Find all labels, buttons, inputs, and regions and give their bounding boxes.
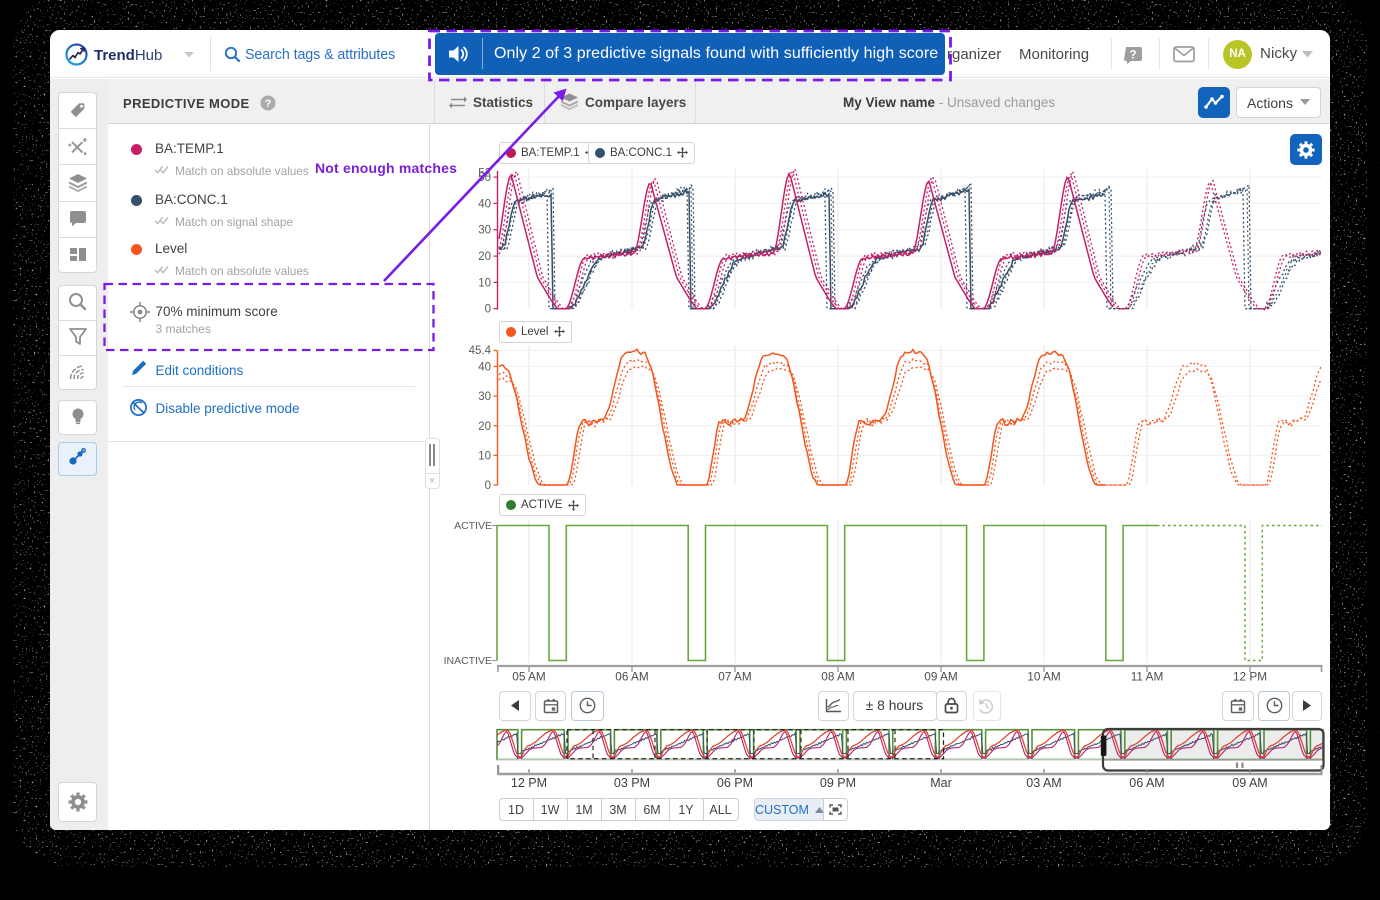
svg-text:09 PM: 09 PM [820, 776, 856, 790]
svg-text:12 PM: 12 PM [1233, 670, 1267, 684]
svg-text:INACTIVE: INACTIVE [444, 655, 492, 667]
svg-text:05 AM: 05 AM [512, 670, 545, 684]
svg-text:0: 0 [485, 304, 491, 316]
svg-text:09 AM: 09 AM [1232, 776, 1267, 790]
svg-text:03 AM: 03 AM [1026, 776, 1061, 790]
svg-text:10: 10 [478, 450, 491, 462]
svg-text:06 AM: 06 AM [615, 670, 648, 684]
svg-text:09 AM: 09 AM [924, 670, 957, 684]
svg-text:06 AM: 06 AM [1129, 776, 1164, 790]
svg-text:30: 30 [478, 225, 491, 237]
svg-text:07 AM: 07 AM [718, 670, 751, 684]
svg-text:52: 52 [478, 168, 491, 180]
svg-text:10 AM: 10 AM [1027, 670, 1060, 684]
svg-text:Mar: Mar [930, 776, 952, 790]
svg-text:20: 20 [478, 251, 491, 263]
svg-text:ACTIVE: ACTIVE [454, 520, 492, 532]
svg-text:08 AM: 08 AM [821, 670, 854, 684]
svg-text:03 PM: 03 PM [614, 776, 650, 790]
svg-text:11 AM: 11 AM [1131, 670, 1164, 684]
svg-text:0: 0 [485, 480, 491, 492]
svg-text:12 PM: 12 PM [511, 776, 547, 790]
svg-text:20: 20 [478, 421, 491, 433]
svg-text:40: 40 [478, 198, 491, 210]
svg-text:40: 40 [478, 362, 491, 374]
svg-text:10: 10 [478, 277, 491, 289]
svg-text:45.4: 45.4 [469, 345, 492, 357]
svg-text:06 PM: 06 PM [717, 776, 753, 790]
svg-text:30: 30 [478, 391, 491, 403]
